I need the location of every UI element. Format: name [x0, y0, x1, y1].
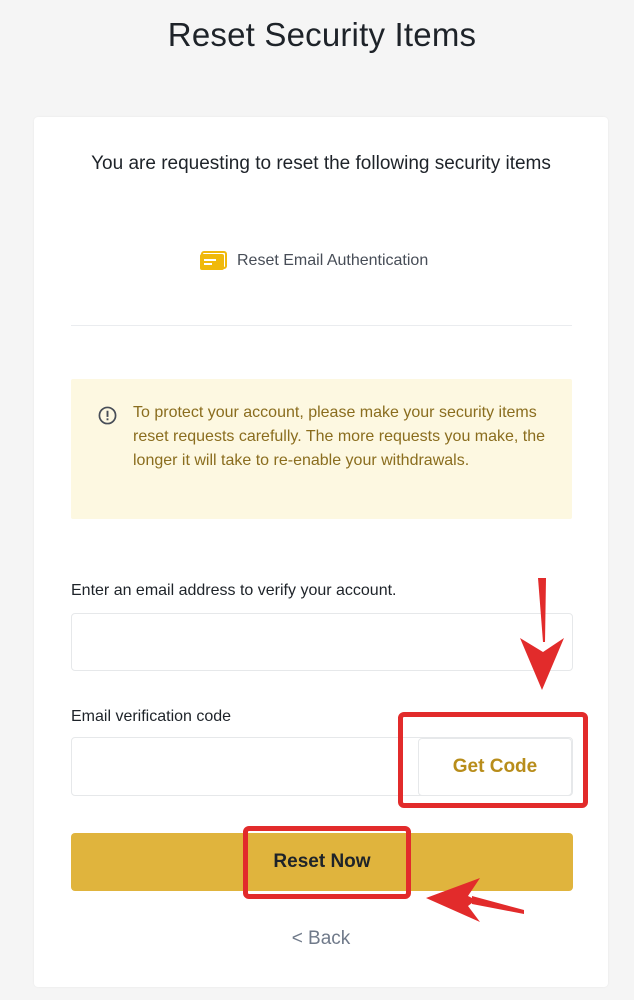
reset-item: Reset Email Authentication: [198, 250, 428, 272]
intro-text: You are requesting to reset the followin…: [91, 153, 551, 174]
info-circle-icon: [98, 406, 117, 425]
divider: [71, 325, 572, 326]
code-field-label: Email verification code: [71, 708, 232, 725]
down-arrow-annotation: [520, 578, 564, 690]
reset-item-label: Reset Email Authentication: [237, 252, 429, 269]
reset-now-highlight-box: [243, 826, 411, 899]
warning-notice: To protect your account, please make you…: [71, 379, 572, 519]
email-field[interactable]: [71, 613, 573, 671]
email-card-icon: [200, 251, 227, 270]
page-title: Reset Security Items: [167, 16, 477, 53]
left-arrow-annotation: [426, 878, 524, 922]
get-code-highlight-box: [398, 712, 588, 808]
back-link[interactable]: < Back: [34, 928, 608, 950]
email-field-label: Enter an email address to verify your ac…: [71, 582, 397, 599]
notice-text: To protect your account, please make you…: [133, 404, 546, 469]
